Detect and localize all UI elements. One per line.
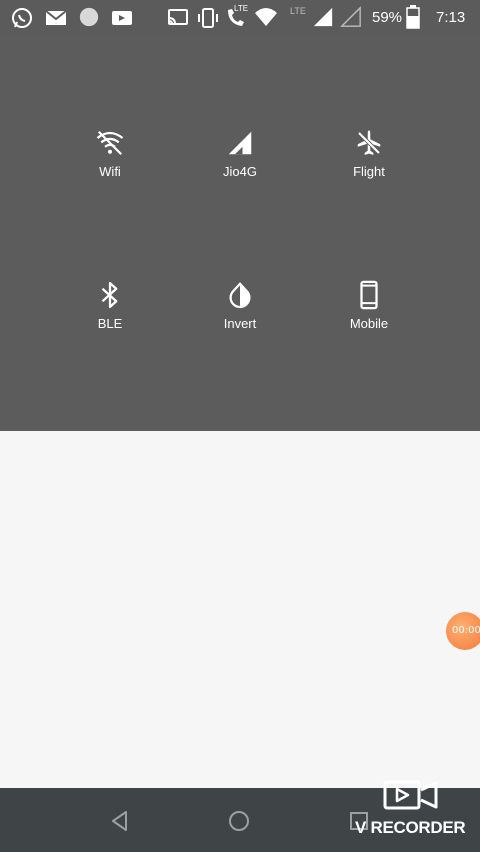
signal-icon (228, 131, 252, 155)
content-area (0, 431, 480, 788)
battery-percent: 59% (372, 9, 403, 26)
lte-label: LTE (234, 4, 249, 13)
video-icon (112, 11, 132, 25)
battery-icon (406, 5, 420, 29)
tile-label: Wifi (99, 164, 121, 179)
back-icon[interactable] (105, 806, 135, 836)
wifi-icon (255, 8, 277, 26)
whatsapp-icon (12, 8, 32, 28)
tile-wifi[interactable]: Wifi (50, 128, 170, 198)
message-icon (45, 10, 67, 25)
tile-label: Invert (223, 316, 257, 331)
phone-icon (360, 280, 378, 310)
tile-mobile[interactable]: Mobile (309, 280, 429, 350)
tile-label: Mobile (349, 316, 389, 331)
quick-settings-panel: Wifi Jio4G Flight BLE Invert Mobile (0, 34, 480, 431)
recorder-logo-icon (383, 780, 438, 810)
tile-invert[interactable]: Invert (180, 280, 300, 350)
tile-jio4g[interactable]: Jio4G (180, 128, 300, 198)
home-icon[interactable] (224, 806, 254, 836)
circle-app-icon (79, 7, 99, 27)
tile-label: Jio4G (223, 164, 257, 179)
watermark-text: V RECORDER (355, 818, 466, 837)
lte-label-2: LTE (290, 6, 306, 16)
vibrate-icon (198, 8, 218, 28)
invert-colors-icon (229, 282, 251, 309)
v-recorder-watermark: V RECORDER (355, 778, 480, 842)
airplane-icon (357, 130, 381, 155)
clock: 7:13 (436, 9, 466, 26)
status-bar: LTE LTE 59% 7:13 (0, 0, 480, 34)
wifi-off-icon (96, 130, 124, 156)
cast-icon (168, 9, 188, 25)
tile-label: BLE (97, 316, 123, 331)
bluetooth-icon (101, 282, 118, 308)
signal-icon (313, 7, 333, 27)
tile-ble[interactable]: BLE (50, 280, 170, 350)
tile-flight[interactable]: Flight (309, 128, 429, 198)
signal-empty-icon (340, 6, 361, 27)
recorder-timer-bubble[interactable]: 00:00 (446, 612, 480, 650)
tile-label: Flight (353, 164, 385, 179)
